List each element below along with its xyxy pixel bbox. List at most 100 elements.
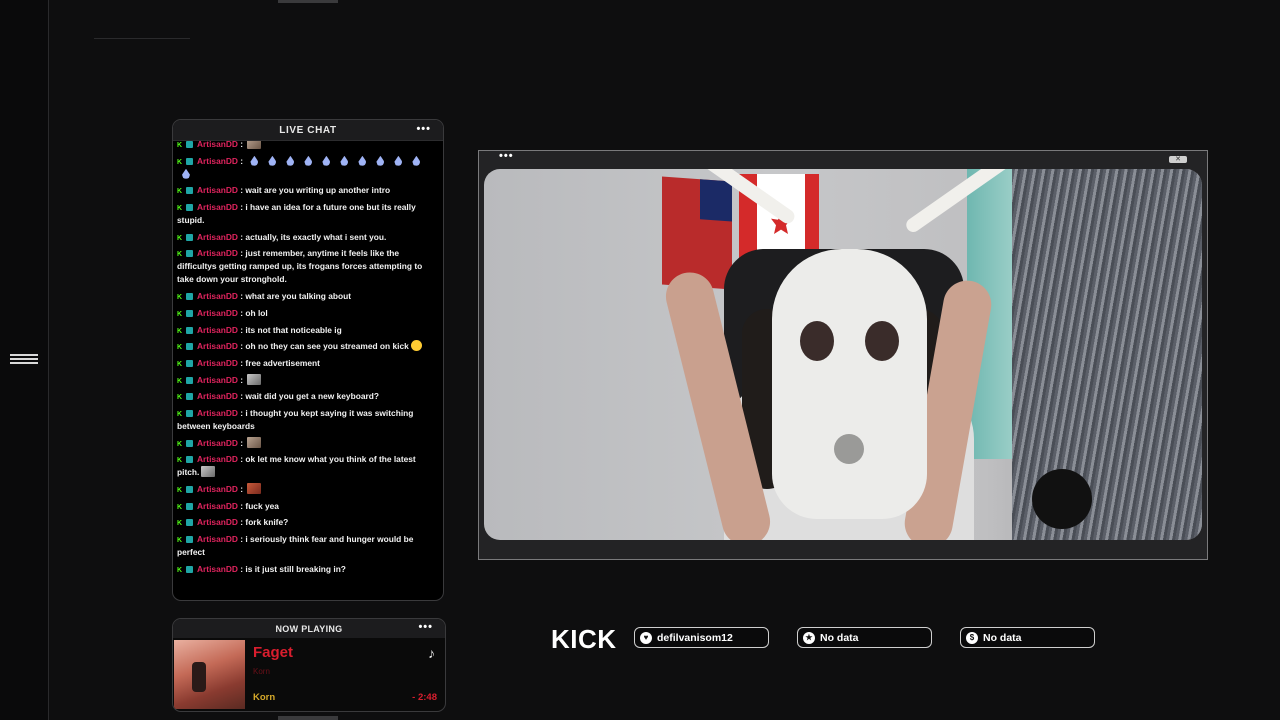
kick-badge-icon: K: [177, 377, 183, 385]
chat-message: K ArtisanDD : wait did you get a new keyb…: [177, 390, 439, 403]
chat-username[interactable]: ArtisanDD: [197, 341, 238, 351]
chat-message: K ArtisanDD : is it just still breaking i…: [177, 563, 439, 576]
skull-eye-left: [800, 321, 834, 361]
kick-badge-icon: K: [177, 294, 183, 302]
chat-text: free advertisement: [245, 357, 320, 368]
subscriber-badge-icon: [186, 439, 193, 447]
chat-message: K ArtisanDD : ok let me know what you thi…: [177, 453, 439, 479]
subscriber-badge-icon: [186, 486, 193, 493]
donation-label: No data: [983, 631, 1022, 644]
chat-username[interactable]: ArtisanDD: [197, 248, 238, 258]
subscriber-badge-icon: [186, 250, 193, 258]
chat-menu-icon[interactable]: •••: [416, 123, 431, 135]
now-playing-title: NOW PLAYING: [275, 623, 343, 634]
chat-messages: K ArtisanDD : K ArtisanDD : K ArtisanDD : w…: [173, 141, 443, 600]
song-artist-subtitle: Korn: [253, 667, 270, 676]
chat-message: K ArtisanDD : oh lol: [177, 307, 439, 320]
donation-pill: $ No data: [960, 627, 1095, 648]
chat-username[interactable]: ArtisanDD: [197, 156, 238, 166]
album-art: [174, 640, 245, 709]
chat-username[interactable]: ArtisanDD: [197, 308, 238, 318]
left-divider: [48, 0, 49, 720]
chat-title: LIVE CHAT: [279, 124, 337, 136]
close-icon[interactable]: ✕: [1169, 156, 1187, 163]
bottom-tab-indicator: [278, 716, 338, 720]
subscriber-badge-icon: [186, 233, 193, 241]
kick-badge-icon: K: [177, 310, 183, 318]
chat-text: fuck yea: [245, 500, 279, 511]
chat-username[interactable]: ArtisanDD: [197, 358, 238, 368]
chat-username[interactable]: ArtisanDD: [197, 534, 238, 544]
chat-username[interactable]: ArtisanDD: [197, 484, 238, 494]
kick-badge-icon: K: [177, 566, 183, 574]
kick-badge-icon: K: [177, 487, 183, 494]
chat-username[interactable]: ArtisanDD: [197, 202, 238, 212]
chat-message: K ArtisanDD : its not that noticeable ig: [177, 324, 439, 337]
kick-badge-icon: K: [177, 327, 183, 335]
subscriber-pill: ★ No data: [797, 627, 932, 648]
menu-icon[interactable]: [10, 354, 38, 366]
follower-pill: ♥ defilvanisom12: [634, 627, 769, 648]
chat-username[interactable]: ArtisanDD: [197, 408, 238, 418]
chat-username[interactable]: ArtisanDD: [197, 438, 238, 448]
droplet-emote-icon: [286, 155, 295, 166]
dollar-icon: $: [966, 631, 978, 644]
kick-badge-icon: K: [177, 188, 183, 196]
chat-message: K ArtisanDD : what are you talking about: [177, 290, 439, 303]
droplet-emote-icon: [394, 155, 403, 166]
chat-username[interactable]: ArtisanDD: [197, 564, 238, 574]
kick-badge-icon: K: [177, 360, 183, 368]
webcam-frame: ••• ✕: [478, 150, 1208, 560]
chat-separator: :: [237, 437, 246, 448]
subscriber-badge-icon: [186, 359, 193, 367]
subscriber-badge-icon: [186, 456, 193, 464]
skull-nose: [834, 434, 864, 464]
droplet-emote-icon: [268, 155, 277, 166]
kick-badge-icon: K: [177, 410, 183, 418]
kick-badge-icon: K: [177, 520, 183, 528]
kick-badge-icon: K: [177, 205, 183, 213]
chat-username[interactable]: ArtisanDD: [197, 325, 238, 335]
chat-text: its not that noticeable ig: [245, 324, 342, 335]
live-chat-panel: LIVE CHAT ••• K ArtisanDD : K ArtisanDD : …: [172, 119, 444, 601]
skull-eye-right: [865, 321, 899, 361]
chat-text: wait did you get a new keyboard?: [245, 391, 379, 402]
subscriber-badge-icon: [186, 409, 193, 417]
subscriber-badge-icon: [186, 502, 193, 510]
song-title: Faget: [253, 644, 294, 661]
kick-badge-icon: K: [177, 537, 183, 545]
kick-badge-icon: K: [177, 234, 183, 242]
chat-username[interactable]: ArtisanDD: [197, 517, 238, 527]
microphone: [1032, 469, 1092, 529]
chat-text: what are you talking about: [245, 291, 352, 302]
chat-username[interactable]: ArtisanDD: [197, 291, 238, 301]
subscriber-badge-icon: [186, 536, 193, 544]
chat-message: K ArtisanDD : oh no they can see you stre…: [177, 340, 439, 353]
subscriber-badge-icon: [186, 343, 193, 351]
chat-message: K ArtisanDD : actually, its exactly what …: [177, 231, 439, 244]
chat-username[interactable]: ArtisanDD: [197, 454, 238, 464]
chat-message: K ArtisanDD : just remember, anytime it f…: [177, 247, 439, 286]
top-left-line: [94, 38, 190, 39]
subscriber-badge-icon: [186, 565, 193, 573]
image-emote-icon: [247, 141, 262, 149]
subscriber-badge-icon: [186, 519, 193, 527]
webcam-feed: [484, 169, 1202, 540]
chat-message: K ArtisanDD : i thought you kept saying i…: [177, 407, 439, 433]
subscriber-badge-icon: [186, 141, 193, 148]
chat-message: K ArtisanDD : i seriously think fear and …: [177, 533, 439, 559]
chat-username[interactable]: ArtisanDD: [197, 232, 238, 242]
droplet-emote-icon: [250, 155, 259, 166]
webcam-menu-icon[interactable]: •••: [499, 150, 514, 162]
chat-text: fork knife?: [245, 517, 289, 528]
chat-message: K ArtisanDD : free advertisement: [177, 357, 439, 370]
subscriber-badge-icon: [186, 293, 193, 301]
chat-username[interactable]: ArtisanDD: [197, 375, 238, 385]
music-note-icon: ♪: [428, 645, 435, 661]
chat-username[interactable]: ArtisanDD: [197, 141, 238, 149]
chat-username[interactable]: ArtisanDD: [197, 391, 238, 401]
chat-separator: :: [237, 155, 246, 166]
chat-username[interactable]: ArtisanDD: [197, 185, 238, 195]
now-playing-menu-icon[interactable]: •••: [418, 621, 433, 633]
chat-username[interactable]: ArtisanDD: [197, 501, 238, 511]
